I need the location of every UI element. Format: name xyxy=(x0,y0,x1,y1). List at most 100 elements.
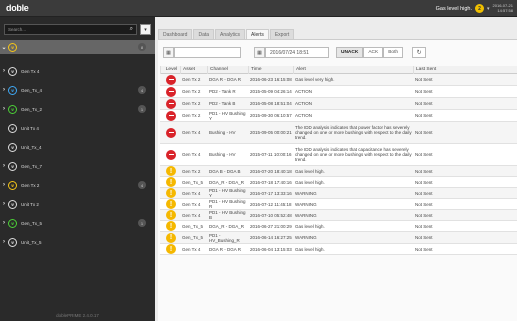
tree-item-count: 1 xyxy=(138,105,146,113)
tree-item[interactable]: › ☢ Gen_Tx_7 xyxy=(0,159,155,173)
notification-area[interactable]: Gas level high. 2 ▾ 2016-07-21 14:57:58 xyxy=(436,2,513,15)
chevron-right-icon[interactable]: › xyxy=(0,163,8,169)
tree-item-label: Gen_Tx_5 xyxy=(21,220,43,226)
date-from-input[interactable] xyxy=(174,47,241,58)
table-row[interactable]: Gen_Tx_5 PD1 - HV_Bushing_R 2016-06-14 16:… xyxy=(160,232,517,244)
chevron-right-icon[interactable]: › xyxy=(0,87,8,93)
cell-asset: Gen Tx 2 xyxy=(182,89,201,94)
tab-data[interactable]: Data xyxy=(193,29,215,39)
warning-alert-icon xyxy=(166,221,176,231)
chevron-right-icon[interactable]: › xyxy=(0,68,8,74)
tree-item[interactable]: › ☢ Gen_Tx_2 1 xyxy=(0,102,155,116)
cell-asset: Gen Tx 2 xyxy=(182,101,201,106)
tree-item[interactable]: ☢ Unit Tx 4 xyxy=(0,121,155,135)
table-row[interactable]: Gen Tx 2 PD2 - Tank B 2016-05-08 18:51:04 A… xyxy=(160,98,517,110)
cell-sent: Not Sent xyxy=(415,152,433,157)
asset-status-icon: ☢ xyxy=(8,104,17,114)
chevron-right-icon[interactable]: › xyxy=(0,220,8,226)
tree-item[interactable]: › ☢ Unit Tx 2 xyxy=(0,197,155,211)
app-logo[interactable]: doble xyxy=(6,3,29,13)
cell-time: 2015-07-11 10:00:16 xyxy=(250,152,292,157)
top-bar: doble Gas level high. 2 ▾ 2016-07-21 14:… xyxy=(0,0,517,17)
table-row[interactable]: Gen_Tx_5 DGA_R - DGA_R 2016-06-27 21:00:29… xyxy=(160,221,517,232)
cell-alert: The IDD analysis indicates that power fa… xyxy=(295,125,412,140)
column-header[interactable]: Channel xyxy=(207,65,248,74)
table-header: Level Asset Channel Time Alert Last Sent xyxy=(160,65,517,74)
chevron-down-icon[interactable]: ⌄ xyxy=(0,44,8,51)
tree-item-label: Gen Tx 4 xyxy=(21,68,40,74)
cell-asset: Gen Tx 2 xyxy=(182,77,201,82)
cell-alert: ACTION xyxy=(295,89,313,94)
column-header[interactable]: Alert xyxy=(293,65,413,74)
tree-root[interactable]: ⌄ ☢ 8 xyxy=(0,40,155,54)
table-row[interactable]: Gen Tx 4 PD1 - HV Bushing R 2016-07-12 11:… xyxy=(160,199,517,210)
tree-item-count: 1 xyxy=(138,219,146,227)
sidebar-dropdown-button[interactable]: ▾ xyxy=(140,24,151,35)
cell-time: 2015-09-05 00:00:21 xyxy=(250,130,292,135)
filter-both-button[interactable]: Both xyxy=(383,47,404,58)
cell-asset: Gen Tx 4 xyxy=(182,201,201,207)
cell-time: 2016-07-20 18:40:18 xyxy=(250,168,292,174)
table-row[interactable]: Gen Tx 4 Bushing - HV 2015-07-11 10:00:16 T… xyxy=(160,144,517,166)
warning-alert-icon xyxy=(166,244,176,254)
cell-alert: ACTION xyxy=(295,113,313,118)
table-row[interactable]: Gen Tx 2 DGA R - DGA R 2016-06-23 16:15:08… xyxy=(160,74,517,86)
warning-alert-icon xyxy=(166,232,176,243)
filter-ack-button[interactable]: ACK xyxy=(363,47,384,58)
warning-alert-icon xyxy=(166,210,176,220)
cell-alert: Gas level high. xyxy=(295,179,325,185)
table-row[interactable]: Gen Tx 4 DGA R - DGA R 2016-06-04 13:15:03… xyxy=(160,244,517,255)
asset-status-icon: ☢ xyxy=(8,66,17,76)
cell-time: 2016-06-14 16:27:25 xyxy=(250,235,292,240)
critical-alert-icon xyxy=(166,74,176,85)
table-row[interactable]: Gen Tx 2 PD1 - HV Bushing Y 2015-09-30 06:… xyxy=(160,110,517,122)
tab-export[interactable]: Export xyxy=(269,29,295,39)
warning-alert-icon xyxy=(166,177,176,187)
cell-alert: Gas level high. xyxy=(295,223,325,229)
chevron-right-icon[interactable]: › xyxy=(0,239,8,245)
cell-sent: Not Sent xyxy=(415,77,433,82)
table-row[interactable]: Gen Tx 4 PD1 - HV Bushing B 2016-07-10 05:… xyxy=(160,210,517,221)
notification-badge[interactable]: 2 xyxy=(475,4,485,13)
tree-item[interactable]: › ☢ Gen_Tx_5 1 xyxy=(0,216,155,230)
tree-item-label: Gen Tx 2 xyxy=(21,182,40,188)
chevron-right-icon[interactable]: › xyxy=(0,106,8,112)
cell-sent: Not Sent xyxy=(415,130,433,135)
tab-analytics[interactable]: Analytics xyxy=(215,29,246,39)
table-row[interactable]: Gen_Tx_5 DGA_R - DGA_R 2016-07-18 17:40:16… xyxy=(160,177,517,188)
chevron-down-icon[interactable]: ▾ xyxy=(487,6,490,12)
tree-item[interactable]: › ☢ Gen Tx 4 xyxy=(0,64,155,78)
column-header[interactable]: Time xyxy=(248,65,293,74)
search-icon[interactable]: ⌕ xyxy=(130,26,133,33)
table-row[interactable]: Gen Tx 2 PD2 - Tank R 2015-05-09 04:26:14 A… xyxy=(160,86,517,98)
warning-alert-icon xyxy=(166,199,176,209)
date-to-input[interactable]: 2016/07/24 18:51 xyxy=(265,47,329,58)
cell-alert: WARNING xyxy=(295,190,317,196)
cell-asset: Gen Tx 2 xyxy=(182,168,201,174)
tree-item[interactable]: › ☢ Gen_Tx_4 4 xyxy=(0,83,155,97)
tree-item-label: Unit Tx 4 xyxy=(21,125,39,131)
table-row[interactable]: Gen Tx 4 Bushing - HV 2015-09-05 00:00:21 T… xyxy=(160,122,517,144)
cell-time: 2016-07-18 17:40:16 xyxy=(250,179,292,185)
chevron-right-icon[interactable]: › xyxy=(0,182,8,188)
app-version: doblePRIME 2.4.0.17 xyxy=(56,313,99,318)
tab-alerts[interactable]: Alerts xyxy=(246,29,269,39)
calendar-icon[interactable]: ▦ xyxy=(254,47,265,58)
chevron-right-icon[interactable]: › xyxy=(0,201,8,207)
cell-asset: Gen_Tx_5 xyxy=(182,223,204,229)
tree-item[interactable]: › ☢ Unit_Tx_5 xyxy=(0,235,155,249)
cell-sent: Not Sent xyxy=(415,212,433,218)
column-header[interactable]: Level xyxy=(160,65,180,74)
filter-unack-button[interactable]: UNACK xyxy=(336,47,364,58)
table-row[interactable]: Gen Tx 2 DGA B - DGA B 2016-07-20 18:40:18… xyxy=(160,166,517,177)
tree-item[interactable]: › ☢ Gen Tx 2 4 xyxy=(0,178,155,192)
calendar-icon[interactable]: ▦ xyxy=(163,47,174,58)
tree-item[interactable]: ☢ Unit_Tx_4 xyxy=(0,140,155,154)
column-header[interactable]: Asset xyxy=(180,65,207,74)
table-row[interactable]: Gen Tx 4 PD1 - HV Bushing Y 2016-07-17 13:… xyxy=(160,188,517,199)
sidebar-search-input[interactable]: Search... ⌕ xyxy=(4,24,137,35)
asset-status-icon: ☢ xyxy=(8,123,17,133)
refresh-icon[interactable]: ↻ xyxy=(412,47,427,58)
tab-dashboard[interactable]: Dashboard xyxy=(158,29,193,39)
column-header[interactable]: Last Sent xyxy=(413,65,453,74)
